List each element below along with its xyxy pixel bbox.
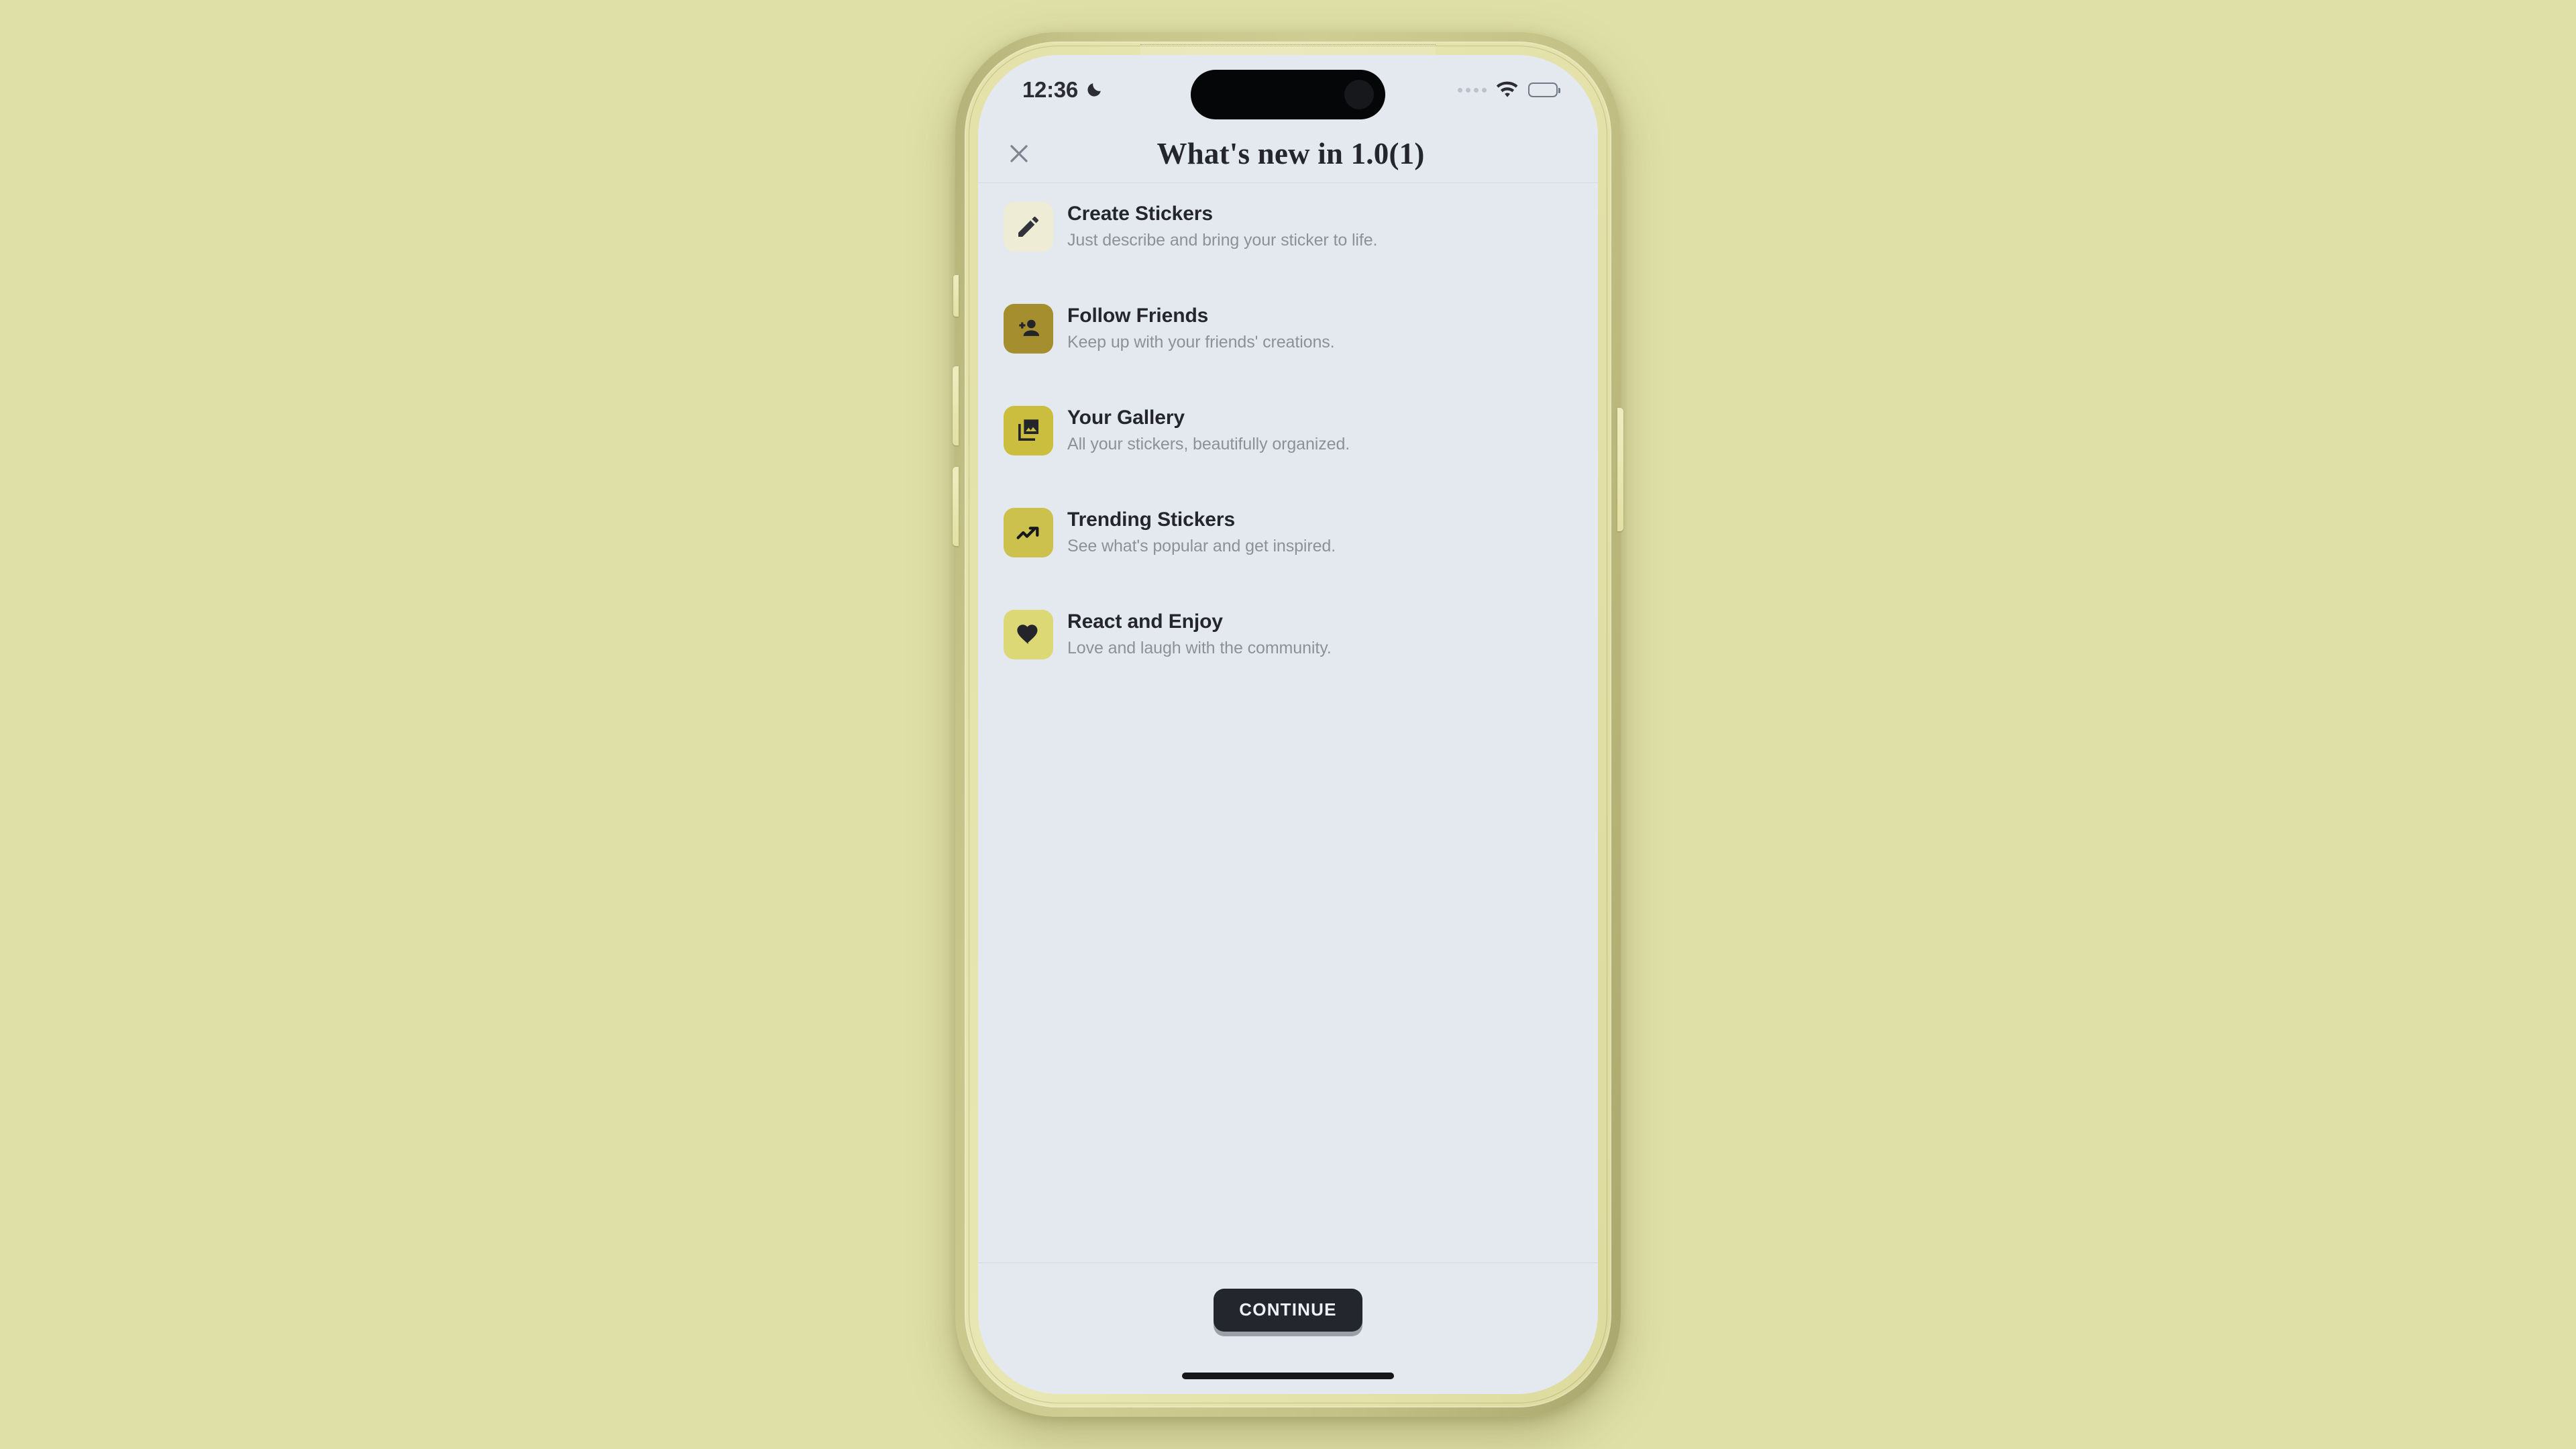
feature-description: Just describe and bring your sticker to …: [1067, 231, 1378, 250]
heart-icon: [1017, 625, 1038, 645]
feature-title: Follow Friends: [1067, 305, 1209, 327]
continue-button[interactable]: CONTINUE: [1214, 1289, 1362, 1332]
photo-library-icon: [1018, 419, 1038, 441]
battery-icon: [1528, 83, 1560, 97]
feature-description: All your stickers, beautifully organized…: [1067, 435, 1350, 453]
feature-icon-tile: [1004, 304, 1053, 354]
feature-title: Your Gallery: [1067, 407, 1185, 429]
list-item[interactable]: Follow Friends Keep up with your friends…: [978, 303, 1598, 405]
feature-text: Your Gallery All your stickers, beautifu…: [1067, 405, 1350, 454]
power-button[interactable]: [1617, 408, 1623, 531]
status-bar-right: [1458, 81, 1560, 99]
feature-description: Love and laugh with the community.: [1067, 639, 1332, 657]
feature-text: Follow Friends Keep up with your friends…: [1067, 303, 1335, 352]
status-bar-time: 12:36: [1022, 77, 1078, 102]
feature-text: Create Stickers Just describe and bring …: [1067, 201, 1377, 250]
feature-description: See what's popular and get inspired.: [1067, 537, 1336, 555]
list-item[interactable]: Trending Stickers See what's popular and…: [978, 506, 1598, 608]
wifi-icon: [1496, 81, 1518, 97]
front-camera-icon: [1344, 80, 1374, 109]
page-title: What's new in 1.0(1): [1157, 137, 1425, 170]
feature-text: Trending Stickers See what's popular and…: [1067, 506, 1336, 556]
status-bar: 12:36: [978, 55, 1598, 125]
phone-mockup: 12:36 What's new in 1.0(1) Create Sticke…: [953, 32, 1623, 1417]
person-add-icon: [1019, 319, 1040, 336]
feature-description: Keep up with your friends' creations.: [1067, 333, 1335, 352]
close-icon: [1010, 145, 1028, 162]
list-item[interactable]: Your Gallery All your stickers, beautifu…: [978, 405, 1598, 506]
volume-down-button[interactable]: [953, 467, 959, 546]
feature-list: Create Stickers Just describe and bring …: [978, 183, 1598, 1263]
home-indicator[interactable]: [1182, 1373, 1394, 1379]
dynamic-island: [1191, 70, 1385, 119]
app-footer: CONTINUE: [978, 1263, 1598, 1394]
close-button[interactable]: [1001, 136, 1037, 172]
feature-icon-tile: [1004, 406, 1053, 455]
crescent-moon-icon: [1087, 83, 1101, 97]
trending-up-icon: [1016, 527, 1039, 539]
feature-text: React and Enjoy Love and laugh with the …: [1067, 608, 1332, 658]
feature-title: React and Enjoy: [1067, 610, 1223, 633]
app-header: What's new in 1.0(1): [978, 125, 1598, 183]
volume-up-button[interactable]: [953, 366, 959, 445]
status-bar-left: 12:36: [1022, 77, 1103, 103]
signal-dots-icon: [1458, 87, 1487, 93]
list-item[interactable]: Create Stickers Just describe and bring …: [978, 201, 1598, 303]
phone-screen: 12:36 What's new in 1.0(1) Create Sticke…: [978, 55, 1598, 1394]
list-item[interactable]: React and Enjoy Love and laugh with the …: [978, 608, 1598, 710]
feature-title: Create Stickers: [1067, 203, 1213, 225]
feature-icon-tile: [1004, 202, 1053, 252]
feature-icon-tile: [1004, 508, 1053, 557]
feature-icon-tile: [1004, 610, 1053, 659]
silent-switch[interactable]: [953, 275, 959, 317]
feature-title: Trending Stickers: [1067, 508, 1236, 531]
pencil-icon: [1018, 217, 1038, 237]
